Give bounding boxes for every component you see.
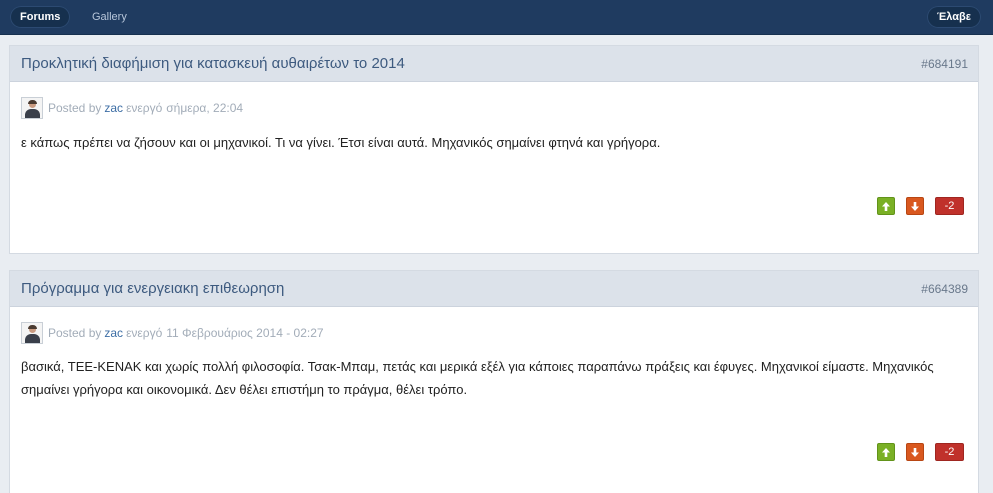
arrow-down-icon: [911, 447, 919, 457]
vote-controls: -2: [866, 197, 964, 215]
top-nav-bar: Forums Gallery Έλαβε: [0, 0, 993, 35]
vote-controls: -2: [866, 443, 964, 461]
post-id-link[interactable]: #664389: [921, 282, 968, 296]
author-link[interactable]: zac: [104, 326, 123, 340]
vote-score-badge: -2: [935, 443, 964, 461]
author-status: ενεργό: [126, 326, 163, 340]
post-date: 11 Φεβρουάριος 2014 - 02:27: [166, 326, 324, 340]
arrow-up-icon: [882, 201, 890, 211]
vote-up-button[interactable]: [877, 443, 895, 461]
post-title-link[interactable]: Πρόγραμμα για ενεργειακη επιθεωρηση: [21, 280, 284, 297]
post-date: σήμερα, 22:04: [166, 101, 244, 115]
post-header: Πρόγραμμα για ενεργειακη επιθεωρηση #664…: [10, 271, 978, 307]
avatar[interactable]: [21, 322, 43, 344]
post-body-text: ε κάπως πρέπει να ζήσουν και οι μηχανικο…: [21, 135, 661, 150]
posted-by-label: Posted by: [48, 101, 102, 115]
vote-score-badge: -2: [935, 197, 964, 215]
post-id-link[interactable]: #684191: [921, 57, 968, 71]
post-meta: Posted by zac ενεργό 11 Φεβρουάριος 2014…: [21, 322, 324, 344]
posted-by-label: Posted by: [48, 326, 102, 340]
author-status: ενεργό: [126, 101, 163, 115]
author-link[interactable]: zac: [104, 101, 123, 115]
post-meta: Posted by zac ενεργό σήμερα, 22:04: [21, 97, 243, 119]
arrow-up-icon: [882, 447, 890, 457]
post-header: Προκλητική διαφήμιση για κατασκευή αυθαι…: [10, 46, 978, 82]
vote-down-button[interactable]: [906, 197, 924, 215]
vote-up-button[interactable]: [877, 197, 895, 215]
user-menu-button[interactable]: Έλαβε: [926, 6, 981, 28]
vote-down-button[interactable]: [906, 443, 924, 461]
post-title-link[interactable]: Προκλητική διαφήμιση για κατασκευή αυθαι…: [21, 55, 405, 72]
tab-gallery[interactable]: Gallery: [82, 6, 137, 28]
post-body-text: βασικά, ΤΕΕ-ΚΕΝΑΚ και χωρίς πολλή φιλοσο…: [21, 359, 934, 397]
post-card: Πρόγραμμα για ενεργειακη επιθεωρηση #664…: [9, 270, 979, 493]
tab-forums[interactable]: Forums: [10, 6, 71, 28]
post-card: Προκλητική διαφήμιση για κατασκευή αυθαι…: [9, 45, 979, 254]
avatar[interactable]: [21, 97, 43, 119]
arrow-down-icon: [911, 201, 919, 211]
